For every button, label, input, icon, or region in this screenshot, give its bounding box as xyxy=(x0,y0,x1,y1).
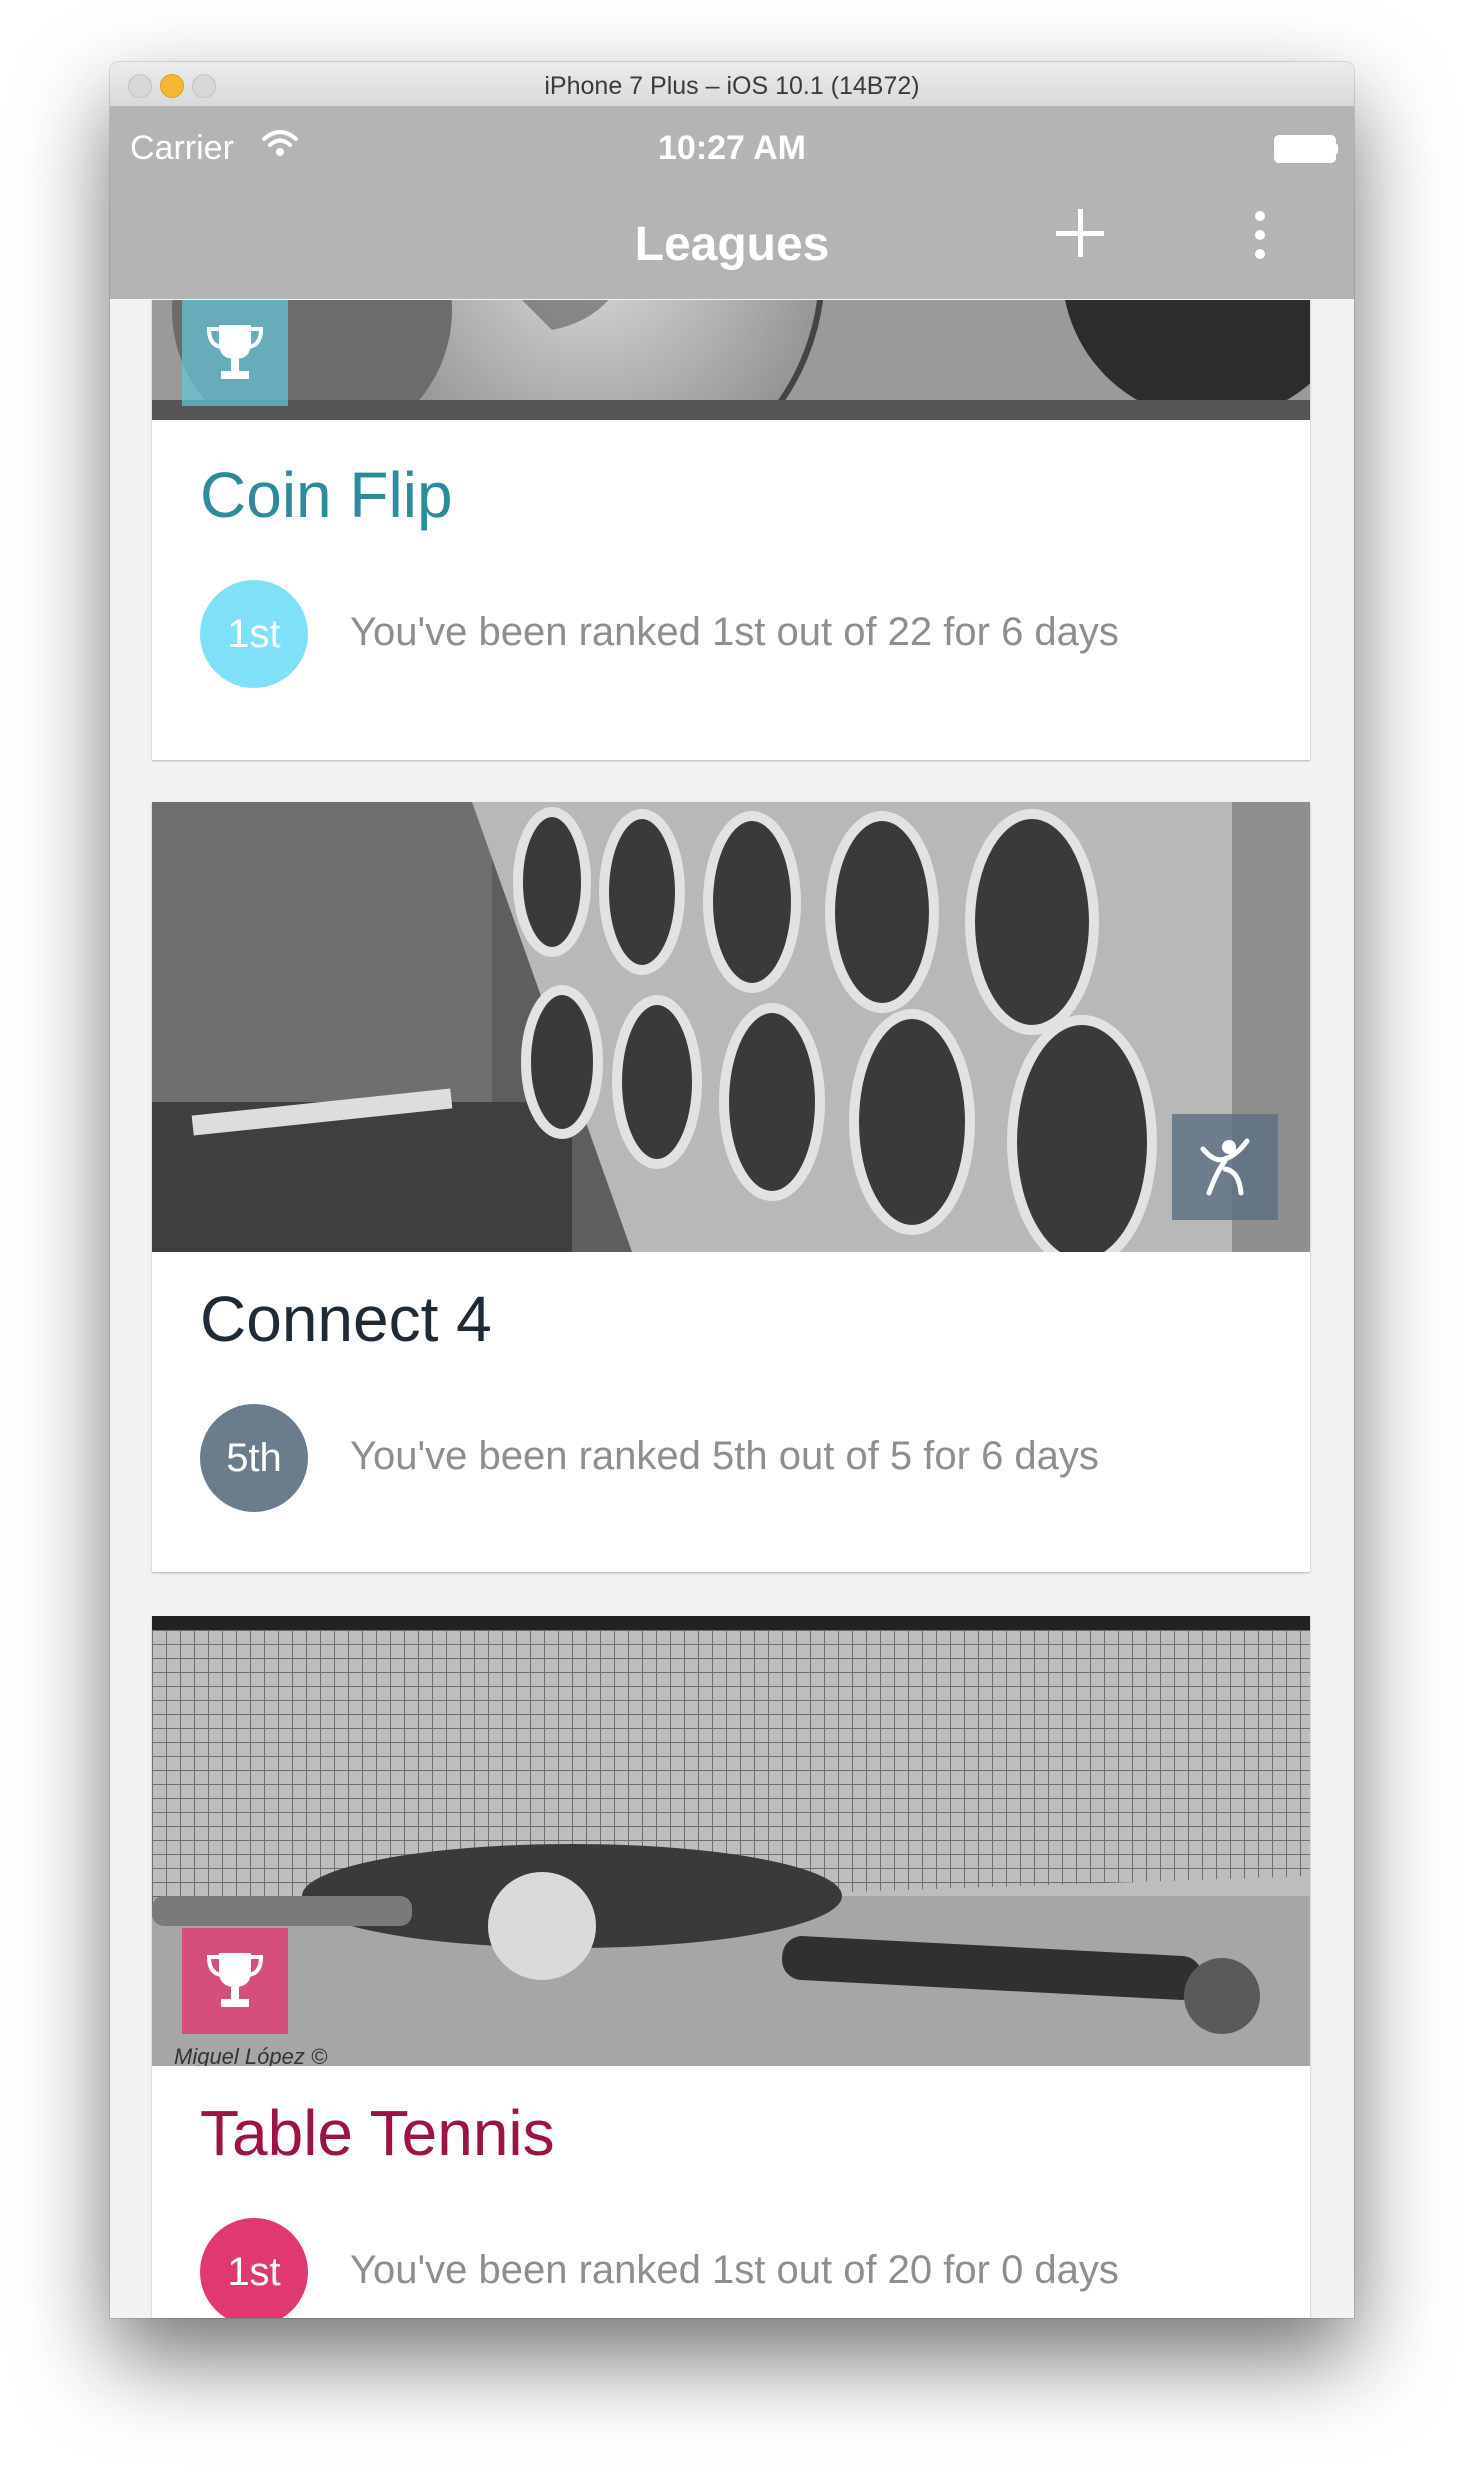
league-card-coin-flip[interactable]: Coin Flip 1st You've been ranked 1st out… xyxy=(152,300,1310,760)
rank-summary: You've been ranked 5th out of 5 for 6 da… xyxy=(350,1434,1099,1478)
window-title: iPhone 7 Plus – iOS 10.1 (14B72) xyxy=(544,72,920,100)
image-credit: Miguel López © xyxy=(174,2044,328,2066)
league-card-connect-4[interactable]: Connect 4 5th You've been ranked 5th out… xyxy=(152,802,1310,1572)
page-title: Leagues xyxy=(634,218,830,271)
trophy-icon xyxy=(182,1928,288,2034)
more-options-button[interactable] xyxy=(1240,207,1280,263)
rank-badge: 1st xyxy=(200,2218,308,2318)
app-bar: Carrier 10:27 AM Leagues xyxy=(110,107,1354,299)
rank-badge: 5th xyxy=(200,1404,308,1512)
rank-badge: 1st xyxy=(200,580,308,688)
league-title: Connect 4 xyxy=(200,1283,492,1355)
league-image-coin-flip xyxy=(152,300,1310,420)
league-card-table-tennis[interactable]: Miguel López © Table Tennis 1st You've b… xyxy=(152,1616,1310,2318)
league-image-table-tennis: Miguel López © xyxy=(152,1616,1310,2066)
person-icon xyxy=(1172,1114,1278,1220)
simulator-window: iPhone 7 Plus – iOS 10.1 (14B72) Carrier… xyxy=(110,62,1354,2318)
battery-icon xyxy=(1274,135,1338,163)
league-title: Coin Flip xyxy=(200,459,453,531)
league-title: Table Tennis xyxy=(200,2097,555,2169)
window-titlebar: iPhone 7 Plus – iOS 10.1 (14B72) xyxy=(110,62,1354,107)
league-image-connect-4 xyxy=(152,802,1310,1252)
add-league-button[interactable] xyxy=(1052,205,1108,261)
trophy-icon xyxy=(182,300,288,406)
status-time: 10:27 AM xyxy=(657,129,807,167)
rank-summary: You've been ranked 1st out of 20 for 0 d… xyxy=(350,2248,1119,2292)
rank-summary: You've been ranked 1st out of 22 for 6 d… xyxy=(350,610,1119,654)
vertical-dots-icon xyxy=(1255,211,1265,221)
league-list[interactable]: Coin Flip 1st You've been ranked 1st out… xyxy=(110,300,1354,2318)
